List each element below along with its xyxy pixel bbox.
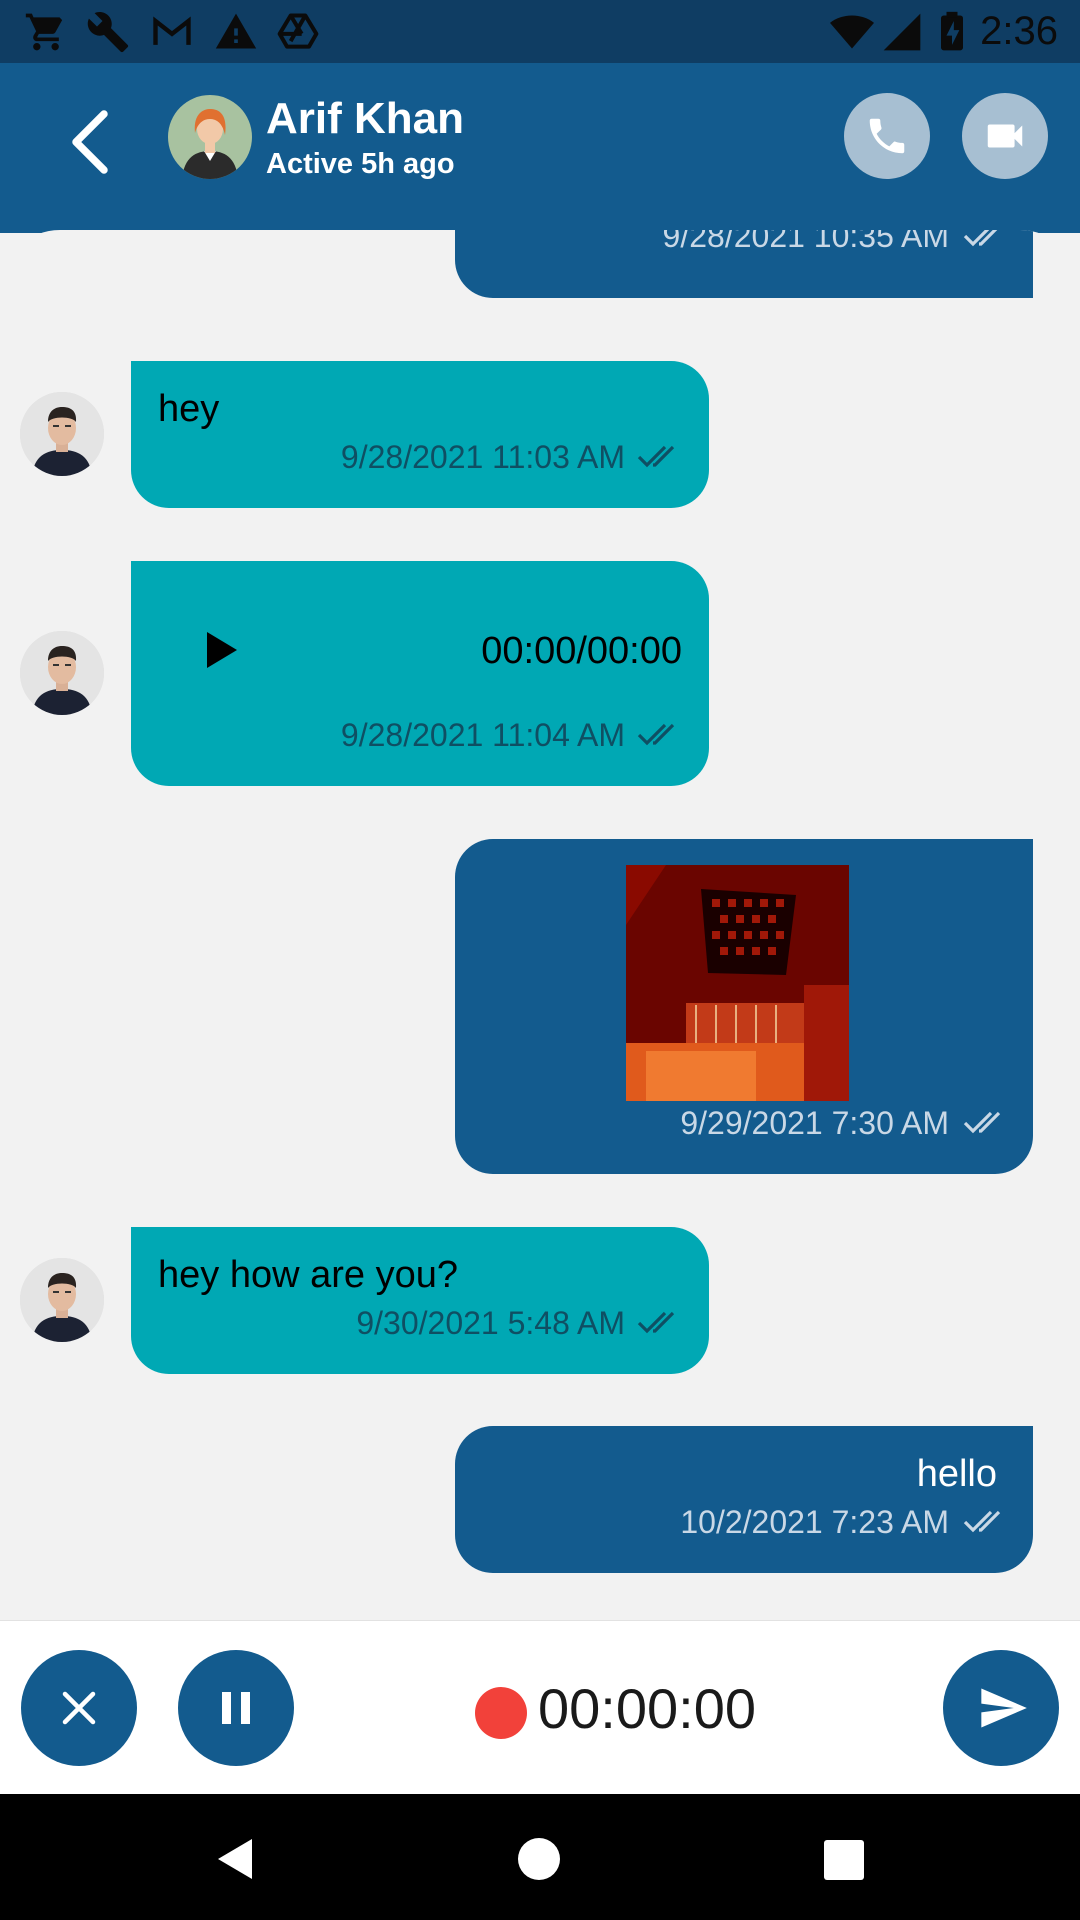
play-icon[interactable]: [203, 629, 241, 671]
message-bubble-incoming[interactable]: hey how are you? 9/30/2021 5:48 AM: [131, 1227, 709, 1374]
battery-charging-icon: [941, 11, 963, 51]
back-arrow-icon[interactable]: [62, 107, 118, 177]
message-bubble-outgoing[interactable]: hello 10/2/2021 7:23 AM: [455, 1426, 1033, 1573]
message-bubble-outgoing-image[interactable]: 9/29/2021 7:30 AM: [455, 839, 1033, 1174]
phone-icon: [869, 118, 905, 154]
message-text: hey: [158, 388, 220, 430]
double-check-icon: [963, 1111, 1001, 1134]
status-time: 2:36: [980, 9, 1058, 53]
male-avatar-icon: [20, 392, 104, 476]
cart-icon: [25, 13, 63, 51]
contact-status: Active 5h ago: [266, 148, 455, 180]
close-icon: [62, 1691, 96, 1725]
message-time: 9/30/2021 5:48 AM: [356, 1305, 625, 1341]
message-bubble-outgoing[interactable]: 9/28/2021 10:35 AM: [455, 230, 1033, 298]
message-bubble-incoming[interactable]: hey 9/28/2021 11:03 AM: [131, 361, 709, 508]
message-time: 10/2/2021 7:23 AM: [680, 1504, 949, 1540]
warning-icon: [215, 13, 257, 49]
video-camera-icon: [987, 124, 1023, 148]
drive-icon: [277, 13, 319, 49]
pause-recording-button[interactable]: [178, 1650, 294, 1766]
male-avatar-icon: [20, 1258, 104, 1342]
message-text: hello: [916, 1453, 997, 1495]
sender-avatar[interactable]: [20, 1258, 104, 1342]
sender-avatar[interactable]: [20, 392, 104, 476]
photo-thumbnail: [626, 865, 849, 1101]
cancel-recording-button[interactable]: [21, 1650, 137, 1766]
pause-icon: [222, 1692, 250, 1724]
double-check-icon: [963, 230, 998, 247]
double-check-icon: [963, 1510, 1001, 1533]
recording-indicator: [475, 1687, 527, 1739]
voice-recorder-bar: 00:00:00: [0, 1620, 1080, 1795]
chat-header: Arif Khan Active 5h ago: [0, 63, 1080, 233]
voice-call-button[interactable]: [844, 93, 930, 179]
status-bar: 2:36: [0, 0, 1080, 63]
message-time: 9/28/2021 10:35 AM: [662, 230, 949, 254]
send-icon: [981, 1688, 1027, 1728]
message-time: 9/28/2021 11:03 AM: [340, 439, 625, 475]
male-avatar-icon: [20, 631, 104, 715]
contact-name[interactable]: Arif Khan: [266, 93, 464, 145]
message-text: hey how are you?: [158, 1254, 458, 1296]
video-call-button[interactable]: [962, 93, 1048, 179]
wifi-icon: [830, 15, 874, 49]
recording-timer: 00:00:00: [538, 1677, 756, 1740]
audio-duration: 00:00/00:00: [481, 630, 682, 672]
navigation-bar: [0, 1794, 1080, 1920]
message-list[interactable]: 9/28/2021 10:35 AM hey 9/28/2021 11:03 A…: [0, 230, 1080, 1620]
send-button[interactable]: [943, 1650, 1059, 1766]
gmail-icon: [153, 16, 191, 45]
wrench-icon: [87, 12, 129, 53]
message-time: 9/28/2021 11:04 AM: [340, 717, 625, 753]
nav-recents-icon[interactable]: [824, 1840, 864, 1880]
nav-home-icon[interactable]: [518, 1838, 560, 1880]
double-check-icon: [637, 445, 675, 468]
nav-back-icon[interactable]: [214, 1836, 256, 1882]
double-check-icon: [637, 723, 675, 746]
sender-avatar[interactable]: [20, 631, 104, 715]
message-time: 9/29/2021 7:30 AM: [680, 1105, 949, 1141]
double-check-icon: [637, 1311, 675, 1334]
signal-icon: [883, 13, 921, 51]
contact-avatar[interactable]: [168, 95, 252, 179]
female-avatar-icon: [182, 109, 238, 179]
message-bubble-incoming-audio[interactable]: 00:00/00:00 9/28/2021 11:04 AM: [131, 561, 709, 786]
image-attachment[interactable]: [626, 865, 849, 1101]
